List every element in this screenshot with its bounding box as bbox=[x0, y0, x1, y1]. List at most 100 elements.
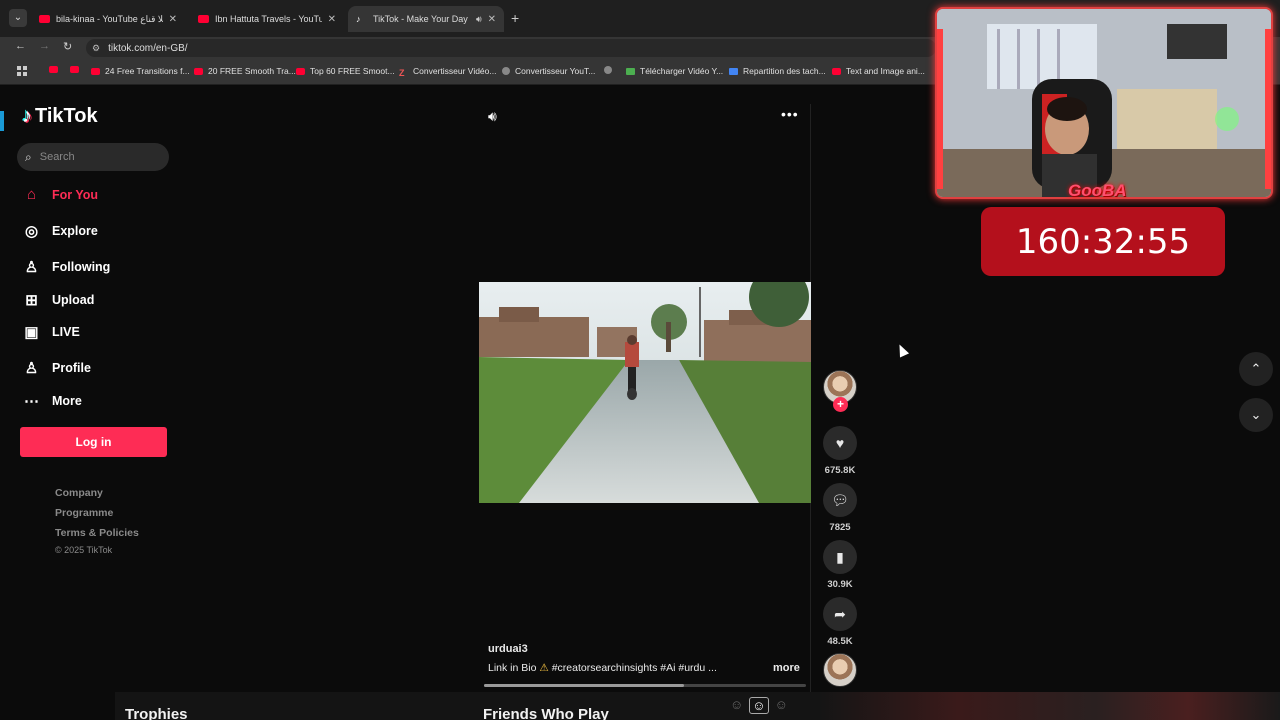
sidebar-item-explore[interactable]: ◎ Explore bbox=[23, 222, 98, 240]
video-progress-bar[interactable] bbox=[484, 684, 806, 687]
bookmark-label: Top 60 FREE Smoot... bbox=[310, 66, 395, 76]
bookmark-icon: ▮ bbox=[836, 548, 844, 565]
footer-link-programme[interactable]: Programme bbox=[55, 507, 113, 519]
home-icon: ⌂ bbox=[26, 186, 37, 203]
following-icon: ♙ bbox=[24, 259, 39, 276]
bookmark-item[interactable]: Text and Image ani... bbox=[832, 66, 925, 76]
login-button[interactable]: Log in bbox=[20, 427, 167, 457]
site-info-icon[interactable]: ⚙︎ bbox=[92, 43, 100, 54]
like-button[interactable]: ♥ bbox=[823, 426, 857, 460]
tiktok-logo[interactable]: ♪ TikTok bbox=[22, 105, 98, 128]
close-icon[interactable]: ✕ bbox=[169, 14, 177, 25]
youtube-icon bbox=[39, 15, 50, 23]
bookmark-label: Convertisseur Vidéo... bbox=[413, 66, 497, 76]
youtube-icon bbox=[194, 67, 203, 75]
sidebar-item-for-you[interactable]: ⌂ For You bbox=[23, 186, 98, 203]
bookmark-label: Text and Image ani... bbox=[846, 66, 925, 76]
comment-count: 7825 bbox=[829, 522, 851, 533]
bookmark-youtube[interactable] bbox=[70, 66, 79, 73]
bookmark-label: 20 FREE Smooth Tra... bbox=[208, 66, 296, 76]
video-author[interactable]: urduai3 bbox=[488, 643, 528, 655]
sidebar-item-label: Explore bbox=[52, 224, 98, 238]
tiktok-note-icon: ♪ bbox=[22, 105, 32, 127]
bookmark-label: Repartition des tach... bbox=[743, 66, 826, 76]
footer-link-terms[interactable]: Terms & Policies bbox=[55, 527, 139, 539]
apps-icon[interactable] bbox=[17, 66, 27, 76]
brand-name: TikTok bbox=[35, 105, 98, 127]
sidebar-item-live[interactable]: ▣ LIVE bbox=[23, 323, 79, 341]
tab-search-button[interactable]: ⌄ bbox=[9, 9, 27, 27]
volume-icon[interactable]: 🔊︎ bbox=[488, 108, 497, 125]
search-icon: ⌕ bbox=[25, 149, 32, 164]
next-video-button[interactable]: ⌄ bbox=[1239, 398, 1273, 432]
share-button[interactable]: ➦ bbox=[823, 597, 857, 631]
speaker-icon[interactable]: 🔊︎ bbox=[476, 14, 482, 25]
sidebar-item-more[interactable]: ⋯ More bbox=[23, 392, 82, 410]
close-icon[interactable]: ✕ bbox=[328, 14, 336, 25]
sound-disc-avatar[interactable] bbox=[823, 653, 857, 687]
browser-tab-youtube-1[interactable]: bila-kinaa - YouTube بلا قناع ✕ bbox=[31, 6, 185, 32]
mouse-cursor-icon bbox=[894, 342, 910, 358]
youtube-icon bbox=[832, 67, 841, 75]
like-count: 675.8K bbox=[824, 465, 856, 476]
bookmark-item[interactable]: Télécharger Vidéo Y... bbox=[626, 66, 723, 76]
emoji-icon[interactable]: ☺ bbox=[730, 697, 743, 714]
sidebar-item-profile[interactable]: ♙ Profile bbox=[23, 359, 91, 377]
video-player[interactable] bbox=[479, 282, 811, 503]
comment-icon: 💬︎ bbox=[831, 491, 849, 508]
forward-icon[interactable]: → bbox=[39, 40, 50, 52]
search-input[interactable]: ⌕ Search bbox=[17, 143, 169, 171]
follow-plus-icon[interactable]: + bbox=[833, 397, 848, 412]
url-text: tiktok.com/en-GB/ bbox=[108, 42, 188, 54]
youtube-icon bbox=[198, 15, 209, 23]
footer-link-company[interactable]: Company bbox=[55, 487, 103, 499]
more-button[interactable]: more bbox=[773, 662, 800, 674]
download-icon bbox=[626, 67, 635, 75]
upload-icon: ⊞ bbox=[25, 292, 38, 309]
sidebar-item-label: Upload bbox=[52, 293, 95, 307]
youtube-icon bbox=[296, 67, 305, 75]
caption-hashtags[interactable]: #creatorsearchinsights #Ai #urdu ... bbox=[552, 662, 717, 674]
streamer-name: GooBA bbox=[1068, 181, 1127, 200]
sidebar-item-upload[interactable]: ⊞ Upload bbox=[23, 291, 94, 309]
copyright: © 2025 TikTok bbox=[55, 545, 113, 555]
convert-icon bbox=[502, 67, 510, 75]
z-icon: Z bbox=[399, 67, 405, 78]
bookmark-item[interactable]: Z Convertisseur Vidéo... bbox=[399, 66, 497, 78]
save-count: 30.9K bbox=[827, 579, 853, 590]
browser-tab-tiktok[interactable]: ♪ TikTok - Make Your Day 🔊︎ ✕ bbox=[348, 6, 504, 32]
sidebar-item-label: Profile bbox=[52, 361, 91, 375]
sidebar-item-following[interactable]: ♙ Following bbox=[23, 258, 111, 276]
friends-heading: Friends Who Play bbox=[483, 706, 609, 720]
trophies-heading: Trophies bbox=[125, 706, 188, 720]
bookmark-label: 24 Free Transitions f... bbox=[105, 66, 190, 76]
address-bar[interactable]: ⚙︎ tiktok.com/en-GB/ bbox=[86, 39, 936, 57]
browser-tab-youtube-2[interactable]: Ibn Hattuta Travels - YouTube ✕ bbox=[190, 6, 344, 32]
bookmark-youtube[interactable] bbox=[49, 66, 58, 73]
bookmark-item[interactable]: 24 Free Transitions f... bbox=[91, 66, 190, 76]
emoji-icon[interactable]: ☺ bbox=[775, 697, 788, 714]
video-caption: Link in Bio ⚠ #creatorsearchinsights #Ai… bbox=[488, 662, 717, 674]
reload-icon[interactable]: ↻ bbox=[63, 40, 72, 53]
bookmark-item[interactable]: Top 60 FREE Smoot... bbox=[296, 66, 395, 76]
search-placeholder: Search bbox=[39, 151, 75, 163]
comment-button[interactable]: 💬︎ bbox=[823, 483, 857, 517]
bookmark-item[interactable]: 20 FREE Smooth Tra... bbox=[194, 66, 296, 76]
back-icon[interactable]: ← bbox=[15, 40, 26, 52]
previous-video-button[interactable]: ⌃ bbox=[1239, 352, 1273, 386]
bookmark-item[interactable]: Convertisseur YouT... bbox=[502, 66, 595, 76]
chevron-up-icon: ⌃ bbox=[1250, 361, 1262, 376]
options-icon[interactable]: ••• bbox=[781, 106, 799, 122]
close-icon[interactable]: ✕ bbox=[488, 14, 496, 25]
bookmark-item[interactable]: Repartition des tach... bbox=[729, 66, 826, 76]
save-button[interactable]: ▮ bbox=[823, 540, 857, 574]
tab-title: Ibn Hattuta Travels - YouTube bbox=[215, 14, 322, 24]
more-icon: ⋯ bbox=[24, 393, 39, 410]
emoji-icon[interactable]: ☺ bbox=[749, 697, 769, 714]
share-count: 48.5K bbox=[827, 636, 853, 647]
webcam-overlay bbox=[935, 7, 1273, 199]
bookmark-item[interactable] bbox=[604, 66, 612, 74]
sidebar-item-label: More bbox=[52, 394, 82, 408]
new-tab-button[interactable]: + bbox=[511, 10, 519, 26]
tab-title: bila-kinaa - YouTube بلا قناع bbox=[56, 13, 163, 24]
